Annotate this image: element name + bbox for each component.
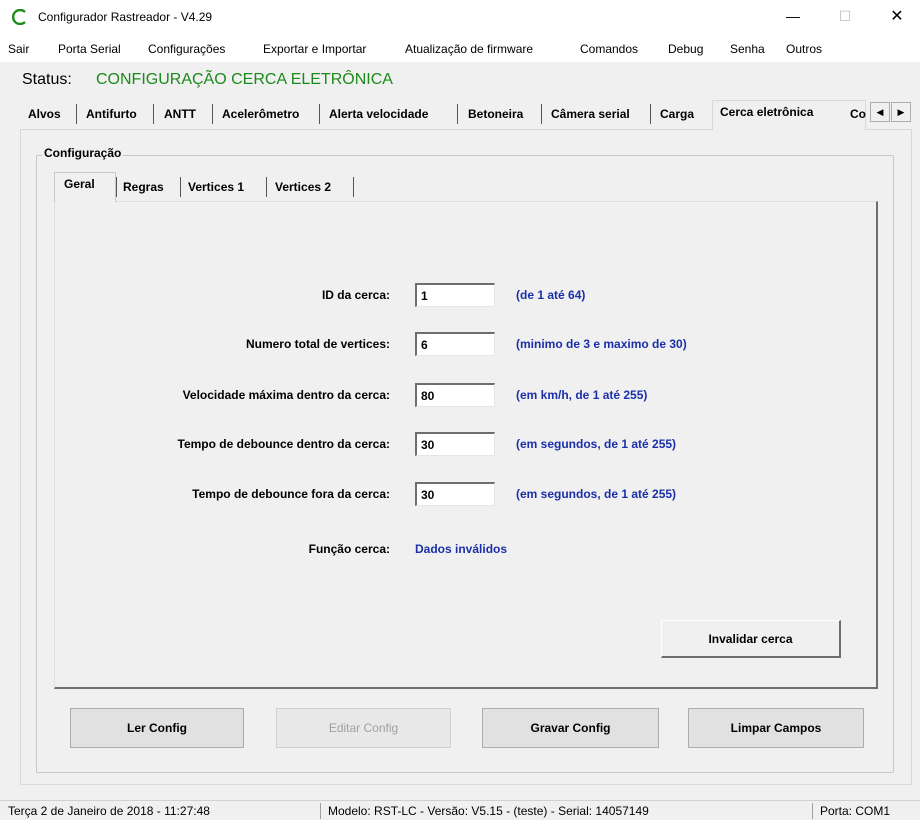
tab-antt[interactable]: ANTT [164,107,196,121]
statusbar-datetime: Terça 2 de Janeiro de 2018 - 11:27:48 [8,804,210,818]
debounce-inside-label: Tempo de debounce dentro da cerca: [177,437,390,451]
menu-senha[interactable]: Senha [730,42,765,56]
id-cerca-input[interactable] [415,283,495,307]
tab-co-truncated[interactable]: Co [850,107,866,121]
tab-carga[interactable]: Carga [660,107,694,121]
write-config-button[interactable]: Gravar Config [482,708,659,748]
groupbox-title: Configuração [42,146,124,160]
menu-atualizacao-firmware[interactable]: Atualização de firmware [405,42,533,56]
menu-comandos[interactable]: Comandos [580,42,638,56]
menu-outros[interactable]: Outros [786,42,822,56]
window-title: Configurador Rastreador - V4.29 [38,10,213,24]
status-bar: Terça 2 de Janeiro de 2018 - 11:27:48 Mo… [0,800,920,820]
total-vertices-hint: (minimo de 3 e maximo de 30) [516,337,687,351]
tab-scroll-arrows: ◀ ▶ [870,102,912,122]
max-speed-label: Velocidade máxima dentro da cerca: [182,388,390,402]
tab-separator [180,177,181,197]
max-speed-input[interactable] [415,383,495,407]
tab-vertices-1[interactable]: Vertices 1 [188,180,244,194]
debounce-inside-hint: (em segundos, de 1 até 255) [516,437,677,451]
id-cerca-hint: (de 1 até 64) [516,288,586,302]
debounce-outside-label: Tempo de debounce fora da cerca: [192,487,390,501]
menu-porta-serial[interactable]: Porta Serial [58,42,121,56]
statusbar-separator [320,803,321,819]
read-config-button[interactable]: Ler Config [70,708,244,748]
clear-fields-button[interactable]: Limpar Campos [688,708,864,748]
tab-geral[interactable]: Geral [64,177,95,191]
tab-separator [650,104,651,124]
tab-cerca-eletronica[interactable]: Cerca eletrônica [720,105,813,119]
tab-scroll-left-icon[interactable]: ◀ [870,102,890,122]
menu-configuracoes[interactable]: Configurações [148,42,225,56]
tab-separator [541,104,542,124]
statusbar-device-info: Modelo: RST-LC - Versão: V5.15 - (teste)… [328,804,649,818]
tab-separator [319,104,320,124]
tab-separator [266,177,267,197]
statusbar-separator [812,803,813,819]
tab-vertices-2[interactable]: Vertices 2 [275,180,331,194]
status-label: Status: [22,71,72,88]
maximize-button[interactable]: ☐ [822,0,868,32]
title-bar: Configurador Rastreador - V4.29 — ☐ ✕ [0,0,920,36]
tab-antifurto[interactable]: Antifurto [86,107,137,121]
tab-alerta-velocidade[interactable]: Alerta velocidade [329,107,428,121]
menu-exportar-importar[interactable]: Exportar e Importar [263,42,366,56]
menu-bar: Sair Porta Serial Configurações Exportar… [0,36,920,62]
tab-regras[interactable]: Regras [123,180,164,194]
statusbar-port: Porta: COM1 [820,804,891,818]
tab-separator [212,104,213,124]
status-value: CONFIGURAÇÃO CERCA ELETRÔNICA [96,71,393,88]
app-logo-icon [12,9,26,25]
tab-separator [353,177,354,197]
tab-alvos[interactable]: Alvos [28,107,61,121]
main-tab-strip: Alvos Antifurto ANTT Acelerômetro Alerta… [22,100,882,130]
function-cerca-value: Dados inválidos [415,542,508,556]
debounce-outside-hint: (em segundos, de 1 até 255) [516,487,677,501]
debounce-outside-input[interactable] [415,482,495,506]
total-vertices-label: Numero total de vertices: [245,337,390,351]
tab-separator [153,104,154,124]
close-button[interactable]: ✕ [874,0,920,32]
tab-separator [116,177,117,197]
tab-scroll-right-icon[interactable]: ▶ [891,102,911,122]
id-cerca-label: ID da cerca: [321,288,390,302]
total-vertices-input[interactable] [415,332,495,356]
tab-betoneira[interactable]: Betoneira [468,107,523,121]
debounce-inside-input[interactable] [415,432,495,456]
max-speed-hint: (em km/h, de 1 até 255) [516,388,648,402]
function-cerca-label: Função cerca: [308,542,390,556]
tab-separator [76,104,77,124]
invalidate-fence-button[interactable]: Invalidar cerca [661,620,841,658]
minimize-button[interactable]: — [770,0,816,32]
tab-separator [457,104,458,124]
menu-sair[interactable]: Sair [8,42,29,56]
tab-acelerometro[interactable]: Acelerômetro [222,107,299,121]
menu-debug[interactable]: Debug [668,42,703,56]
edit-config-button[interactable]: Editar Config [276,708,451,748]
tab-camera-serial[interactable]: Câmera serial [551,107,630,121]
